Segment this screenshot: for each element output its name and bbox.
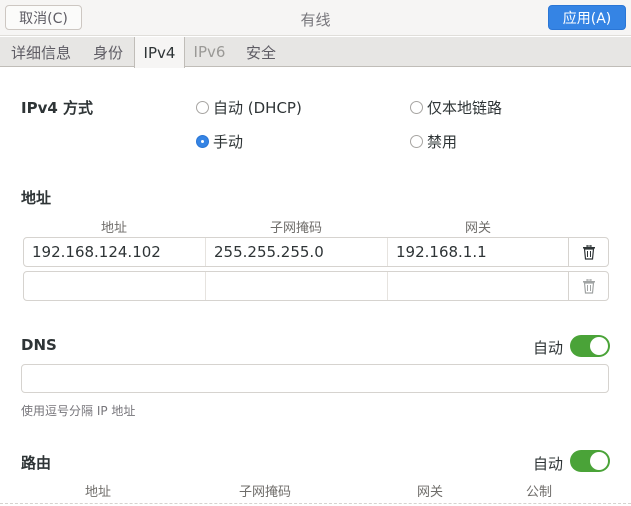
route-gateway-column-header: 网关 xyxy=(416,485,443,500)
gateway-input[interactable] xyxy=(388,272,568,300)
delete-address-button[interactable] xyxy=(568,238,608,266)
netmask-input[interactable] xyxy=(206,272,388,300)
tab-bar: 详细信息 身份 IPv4 IPv6 安全 xyxy=(0,37,631,68)
ipv4-method-label: IPv4 方式 xyxy=(21,99,94,117)
radio-link-local-label: 仅本地链路 xyxy=(427,99,503,117)
address-row xyxy=(23,271,609,301)
ipv4-settings-panel: IPv4 方式 自动 (DHCP) 仅本地链路 手动 禁用 地址 地址 子网掩码… xyxy=(0,68,631,506)
netmask-column-header: 子网掩码 xyxy=(269,221,322,236)
routes-auto-switch[interactable] xyxy=(570,450,610,472)
radio-link-local[interactable]: 仅本地链路 xyxy=(410,97,502,118)
window-title: 有线 xyxy=(300,11,331,29)
radio-checked-icon xyxy=(196,135,209,148)
radio-manual[interactable]: 手动 xyxy=(196,131,243,152)
header-bar: 取消(C) 有线 应用(A) xyxy=(0,0,631,36)
tab-identity[interactable]: 身份 xyxy=(82,37,134,67)
delete-address-button[interactable] xyxy=(568,272,608,300)
apply-button[interactable]: 应用(A) xyxy=(548,5,626,30)
trash-icon xyxy=(582,278,595,294)
tab-ipv4[interactable]: IPv4 xyxy=(134,37,185,68)
switch-knob xyxy=(590,452,608,470)
route-metric-column-header: 公制 xyxy=(525,485,552,500)
address-column-header: 地址 xyxy=(100,221,127,236)
gateway-column-header: 网关 xyxy=(464,221,491,236)
route-address-column-header: 地址 xyxy=(84,485,111,500)
trash-icon xyxy=(582,244,595,260)
dns-hint: 使用逗号分隔 IP 地址 xyxy=(21,404,136,418)
radio-unchecked-icon xyxy=(410,135,423,148)
dns-auto-label: 自动 xyxy=(533,339,564,357)
gateway-input[interactable]: 192.168.1.1 xyxy=(388,238,568,266)
route-row-edge xyxy=(0,503,631,504)
addresses-section-title: 地址 xyxy=(21,189,52,207)
radio-auto-dhcp-label: 自动 (DHCP) xyxy=(213,99,302,117)
dns-section-title: DNS xyxy=(21,336,57,354)
route-netmask-column-header: 子网掩码 xyxy=(238,485,291,500)
tab-security[interactable]: 安全 xyxy=(234,37,288,67)
switch-knob xyxy=(590,337,608,355)
routes-section-title: 路由 xyxy=(21,454,52,472)
address-row: 192.168.124.102 255.255.255.0 192.168.1.… xyxy=(23,237,609,267)
dns-auto-switch[interactable] xyxy=(570,335,610,357)
radio-manual-label: 手动 xyxy=(213,133,244,151)
radio-unchecked-icon xyxy=(196,101,209,114)
radio-disabled-label: 禁用 xyxy=(427,133,458,151)
netmask-input[interactable]: 255.255.255.0 xyxy=(206,238,388,266)
routes-auto-label: 自动 xyxy=(533,455,564,473)
dns-servers-input[interactable] xyxy=(21,364,609,393)
tab-ipv6[interactable]: IPv6 xyxy=(185,37,234,67)
address-input[interactable]: 192.168.124.102 xyxy=(24,238,206,266)
address-input[interactable] xyxy=(24,272,206,300)
tab-details[interactable]: 详细信息 xyxy=(0,37,82,67)
radio-auto-dhcp[interactable]: 自动 (DHCP) xyxy=(196,97,302,118)
radio-disabled[interactable]: 禁用 xyxy=(410,131,457,152)
radio-unchecked-icon xyxy=(410,101,423,114)
